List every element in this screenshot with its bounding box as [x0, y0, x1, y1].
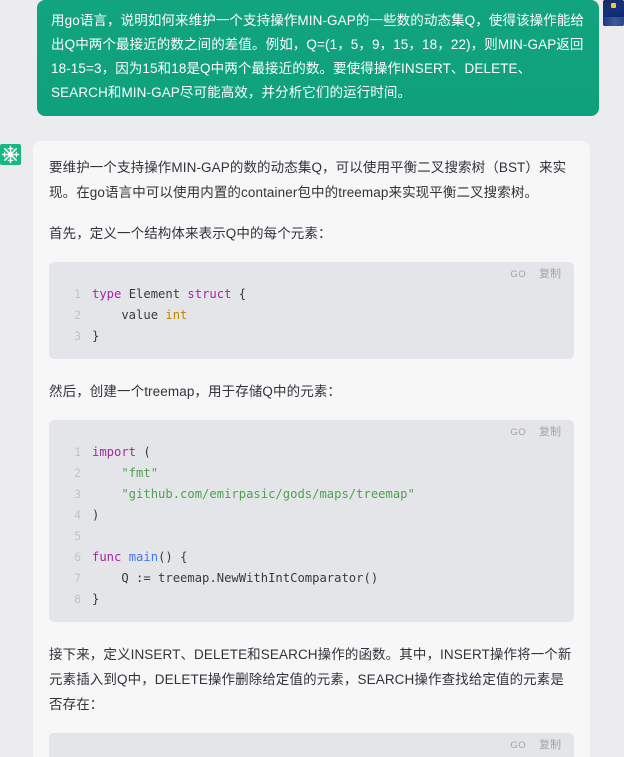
code-block-header: GO 复制: [49, 420, 574, 442]
code-line: 1 import (: [49, 442, 564, 463]
code-block: GO 复制 1func Insert(Q *treemap.Map, value…: [49, 733, 574, 757]
code-language-label: GO: [510, 427, 526, 438]
code-block: GO 复制 1 import (2 "fmt" 3 "github.com/emir…: [49, 420, 574, 622]
code-line: 4): [49, 505, 564, 526]
code-line: 3 "github.com/emirpasic/gods/maps/treema…: [49, 484, 564, 505]
code-language-label: GO: [510, 740, 526, 751]
code-block: GO 复制 1 type Element struct {2 value int 3…: [49, 262, 574, 359]
chat-conversation: 用go语言，说明如何来维护一个支持操作MIN-GAP的一些数的动态集Q，使得该操…: [0, 0, 624, 757]
copy-code-button[interactable]: 复制: [539, 733, 561, 757]
code-line: 2 "fmt": [49, 463, 564, 484]
assistant-message-row: 要维护一个支持操作MIN-GAP的数的动态集Q，可以使用平衡二叉搜索树（BST）…: [0, 141, 624, 757]
line-number: 6: [74, 550, 81, 564]
code-line: 7 Q := treemap.NewWithIntComparator(): [49, 568, 564, 589]
code-line: 1 type Element struct {: [49, 284, 564, 305]
copy-code-button[interactable]: 复制: [539, 262, 561, 287]
code-content: 1 import (2 "fmt" 3 "github.com/emirpasic/…: [49, 442, 574, 610]
line-number: 2: [74, 466, 81, 480]
code-line: 6 func main() {: [49, 547, 564, 568]
assistant-paragraph-2: 首先，定义一个结构体来表示Q中的每个元素：: [49, 226, 332, 241]
line-number: 1: [74, 445, 81, 459]
code-line: 8}: [49, 589, 564, 610]
user-message-bubble: 用go语言，说明如何来维护一个支持操作MIN-GAP的一些数的动态集Q，使得该操…: [37, 0, 599, 116]
code-line: 3}: [49, 326, 564, 347]
assistant-paragraph-3: 然后，创建一个treemap，用于存储Q中的元素：: [49, 384, 342, 399]
code-block-header: GO 复制: [49, 262, 574, 284]
code-line: 5: [49, 526, 564, 547]
assistant-avatar-icon[interactable]: [0, 144, 21, 165]
copy-code-button[interactable]: 复制: [539, 420, 561, 445]
line-number: 3: [74, 487, 81, 501]
line-number: 5: [74, 529, 81, 543]
line-number: 1: [74, 287, 81, 301]
line-number: 2: [74, 308, 81, 322]
line-number: 8: [74, 592, 81, 606]
user-avatar[interactable]: [603, 0, 624, 26]
line-number: 3: [74, 329, 81, 343]
assistant-paragraph-4: 接下来，定义INSERT、DELETE和SEARCH操作的函数。其中，INSER…: [49, 647, 572, 712]
line-number: 7: [74, 571, 81, 585]
line-number: 4: [74, 508, 81, 522]
code-language-label: GO: [510, 269, 526, 280]
assistant-paragraph-1: 要维护一个支持操作MIN-GAP的数的动态集Q，可以使用平衡二叉搜索树（BST）…: [49, 160, 567, 200]
code-block-header: GO 复制: [49, 733, 574, 755]
code-content: 1 type Element struct {2 value int 3}: [49, 284, 574, 347]
assistant-message-bubble: 要维护一个支持操作MIN-GAP的数的动态集Q，可以使用平衡二叉搜索树（BST）…: [33, 141, 590, 757]
code-line: 2 value int: [49, 305, 564, 326]
user-message-row: 用go语言，说明如何来维护一个支持操作MIN-GAP的一些数的动态集Q，使得该操…: [0, 0, 624, 116]
